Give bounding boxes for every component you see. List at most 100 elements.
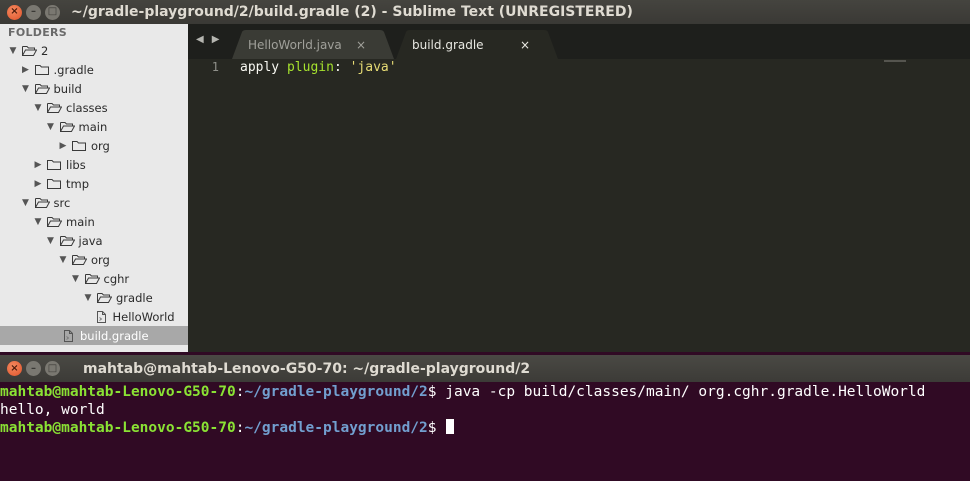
tree-item-label: build.gradle [80,328,149,343]
folder-open-icon [72,254,87,265]
code-token-string: 'java' [349,60,397,75]
disclosure-expanded-icon[interactable]: ▼ [33,217,43,227]
disclosure-collapsed-icon[interactable]: ▶ [58,141,68,151]
line-number: 1 [211,60,219,74]
tab-label: build.gradle [412,37,484,52]
code-token-colon: : [333,60,350,75]
tree-item-label: tmp [66,176,90,191]
tree-item-label: libs [66,157,86,172]
tab-back-icon[interactable]: ◀ [196,34,204,45]
code-token-plugin: plugin [286,60,334,75]
sidebar-file-buildgradle[interactable]: build.gradle [0,326,188,345]
tree-item-label: org [91,138,110,153]
terminal-close-button[interactable]: × [7,361,22,376]
tree-item-label: .gradle [53,62,94,77]
tree-item-label: main [66,214,95,229]
tree-item-label: classes [66,100,108,115]
folder-open-icon [59,121,75,132]
tree-item-label: 2 [41,43,49,58]
tab-helloworld-java[interactable]: HelloWorld.java × [232,30,394,59]
tab-bar: ◀ ▶ HelloWorld.java × build.gradle × [188,24,970,59]
prompt-path: ~/gradle-playground/2 [244,420,428,436]
prompt-path: ~/gradle-playground/2 [244,384,428,400]
tree-item-label: src [53,195,71,210]
tab-forward-icon[interactable]: ▶ [212,34,220,45]
disclosure-expanded-icon[interactable]: ▼ [83,293,93,303]
disclosure-expanded-icon[interactable]: ▼ [8,46,18,56]
tree-item-label: java [78,233,103,248]
folder-icon [34,64,49,75]
tab-build-gradle[interactable]: build.gradle × [396,30,558,59]
folder-open-icon [97,292,112,303]
disclosure-collapsed-icon[interactable]: ▶ [33,160,43,170]
sidebar-folder-cghr[interactable]: ▼ cghr [0,269,188,288]
disclosure-expanded-icon[interactable]: ▼ [46,236,56,246]
code-editor[interactable]: 1 apply plugin: 'java' [188,59,970,352]
sidebar-folder-build[interactable]: ▼ build [0,79,188,98]
folder-icon [72,140,86,151]
terminal-window-controls: × – □ [7,361,71,376]
prompt-symbol: $ [427,384,446,400]
code-token-apply: apply [240,60,287,75]
terminal-line: hello, world [0,402,970,420]
terminal-minimize-button[interactable]: – [26,361,41,376]
disclosure-expanded-icon[interactable]: ▼ [33,103,43,113]
maximize-window-button[interactable]: □ [45,4,60,20]
sidebar: FOLDERS ▼ 2 ▶ .gradle ▼ build ▼ classes ▼ main ▶ or… [0,24,188,352]
sidebar-folder-gradle[interactable]: ▶ .gradle [0,60,188,79]
tree-item-label: HelloWorld [112,309,175,324]
sidebar-folder-org[interactable]: ▼ org [0,250,188,269]
disclosure-expanded-icon[interactable]: ▼ [71,274,81,284]
sublime-window: × – □ ~/gradle-playground/2/build.gradle… [0,0,970,352]
disclosure-expanded-icon[interactable]: ▼ [58,255,68,265]
tab-close-icon[interactable]: × [356,38,366,52]
disclosure-expanded-icon[interactable]: ▼ [21,198,31,208]
disclosure-collapsed-icon[interactable]: ▶ [33,179,43,189]
file-icon [96,310,107,323]
tree-item-label: gradle [116,290,153,305]
sidebar-folder-main[interactable]: ▼ main [0,117,188,136]
sidebar-folder-java[interactable]: ▼ java [0,231,188,250]
code-line[interactable]: apply plugin: 'java' [240,60,397,75]
sidebar-folder-org[interactable]: ▶ org [0,136,188,155]
sidebar-folder-libs[interactable]: ▶ libs [0,155,188,174]
sidebar-folder-2[interactable]: ▼ 2 [0,41,188,60]
sidebar-folder-tmp[interactable]: ▶ tmp [0,174,188,193]
sidebar-folder-main[interactable]: ▼ main [0,212,188,231]
tree-item-label: main [78,119,108,134]
tree-item-label: org [91,252,110,267]
folder-open-icon [34,83,50,94]
sidebar-file-helloworld[interactable]: HelloWorld [0,307,188,326]
tab-close-icon[interactable]: × [520,38,530,52]
command-text: java -cp build/classes/main/ org.cghr.gr… [445,384,926,400]
tab-label: HelloWorld.java [248,37,342,52]
sublime-titlebar: × – □ ~/gradle-playground/2/build.gradle… [0,0,970,24]
folder-open-icon [59,235,75,246]
close-window-button[interactable]: × [7,4,22,20]
window-title: ~/gradle-playground/2/build.gradle (2) -… [71,4,633,20]
disclosure-expanded-icon[interactable]: ▼ [21,84,31,94]
folder-open-icon [47,216,62,227]
terminal-title: mahtab@mahtab-Lenovo-G50-70: ~/gradle-pl… [83,360,531,377]
terminal-body[interactable]: mahtab@mahtab-Lenovo-G50-70:~/gradle-pla… [0,382,970,481]
terminal-titlebar: × – □ mahtab@mahtab-Lenovo-G50-70: ~/gra… [0,355,970,382]
folder-open-icon [47,102,62,113]
sidebar-folder-gradle[interactable]: ▼ gradle [0,288,188,307]
minimap[interactable] [884,60,906,62]
file-icon [63,329,74,342]
terminal-maximize-button[interactable]: □ [45,361,60,376]
terminal-window: × – □ mahtab@mahtab-Lenovo-G50-70: ~/gra… [0,352,970,481]
terminal-cursor [446,419,455,434]
disclosure-expanded-icon[interactable]: ▼ [46,122,56,132]
prompt-user: mahtab@mahtab-Lenovo-G50-70 [0,420,236,436]
tree-item-label: cghr [103,271,130,286]
folder-icon [47,178,61,189]
sidebar-folder-src[interactable]: ▼ src [0,193,188,212]
prompt-symbol: $ [427,420,446,436]
folder-open-icon [84,273,100,284]
disclosure-collapsed-icon[interactable]: ▶ [21,65,31,75]
folder-icon [47,159,61,170]
folder-open-icon [22,45,37,56]
minimize-window-button[interactable]: – [26,4,41,20]
sidebar-folder-classes[interactable]: ▼ classes [0,98,188,117]
